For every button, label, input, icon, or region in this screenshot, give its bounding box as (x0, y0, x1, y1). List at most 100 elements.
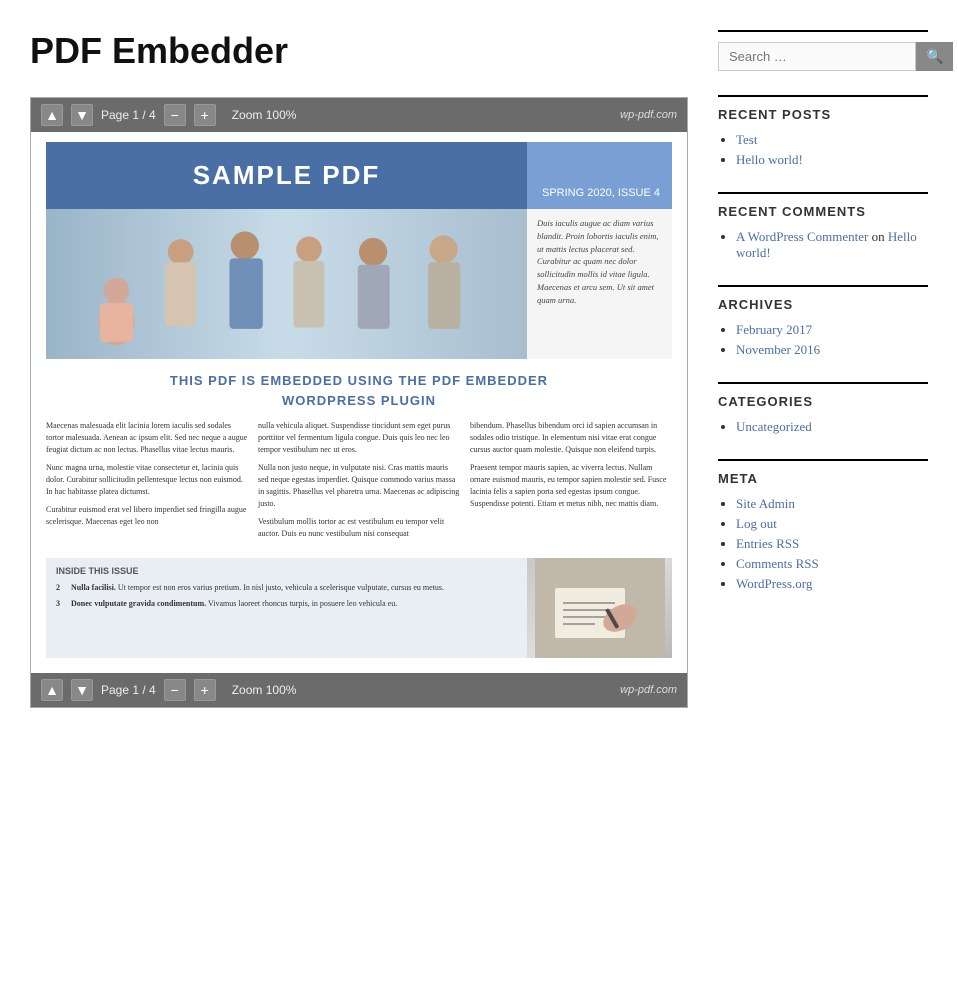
on-text: on (872, 229, 888, 244)
site-title: PDF Embedder (30, 30, 688, 72)
pdf-inside-num-2: 3 (56, 598, 66, 609)
pdf-col-1: Maecenas malesuada elit lacinia lorem ia… (46, 420, 248, 546)
pdf-body-columns: Maecenas malesuada elit lacinia lorem ia… (46, 420, 672, 546)
pdf-inside-item-2: 3 Donec vulputate gravida condimentum. V… (56, 598, 517, 609)
pdf-zoom-out-btn[interactable]: − (164, 104, 186, 126)
recent-comments-list: A WordPress Commenter on Hello world! (718, 229, 928, 261)
archive-link-nov2016[interactable]: November 2016 (736, 342, 820, 357)
meta-list: Site Admin Log out Entries RSS Comments … (718, 496, 928, 592)
pdf-col-2-p1: nulla vehicula aliquet. Suspendisse tinc… (258, 420, 460, 456)
archives-divider (718, 285, 928, 287)
pdf-image-row: Duis iaculis augue ac diam varius blandi… (46, 209, 672, 359)
pdf-col-3: bibendum. Phasellus bibendum orci id sap… (470, 420, 672, 546)
pdf-header-right: SPRING 2020, ISSUE 4 (527, 142, 672, 209)
pdf-inner: SAMPLE PDF SPRING 2020, ISSUE 4 (31, 132, 687, 673)
categories-title: CATEGORIES (718, 394, 928, 409)
pdf-col-2-p3: Vestibulum mollis tortor ac est vestibul… (258, 516, 460, 540)
pdf-next-btn[interactable]: ▼ (71, 104, 93, 126)
pdf-col-1-p2: Nunc magna urna, molestie vitae consecte… (46, 462, 248, 498)
writing-svg (535, 558, 665, 658)
pdf-prev-btn[interactable]: ▲ (41, 104, 63, 126)
list-item: Test (736, 132, 928, 148)
sidebar-categories: CATEGORIES Uncategorized (718, 382, 928, 435)
pdf-col-3-p1: bibendum. Phasellus bibendum orci id sap… (470, 420, 672, 456)
pdf-embedded-title: THIS PDF IS EMBEDDED USING THE PDF EMBED… (46, 371, 672, 410)
list-item: Log out (736, 516, 928, 532)
people-svg (46, 209, 527, 359)
sidebar-recent-comments: RECENT COMMENTS A WordPress Commenter on… (718, 192, 928, 261)
recent-posts-list: Test Hello world! (718, 132, 928, 168)
pdf-issue-info: SPRING 2020, ISSUE 4 (542, 187, 660, 199)
archives-title: ARCHIVES (718, 297, 928, 312)
meta-divider (718, 459, 928, 461)
list-item: Entries RSS (736, 536, 928, 552)
pdf-inside-text-1: Nulla facilisi. Ut tempor est non eros v… (71, 582, 444, 593)
meta-wordpress-org[interactable]: WordPress.org (736, 576, 812, 591)
meta-log-out[interactable]: Log out (736, 516, 777, 531)
pdf-next-btn-bottom[interactable]: ▼ (71, 679, 93, 701)
archives-list: February 2017 November 2016 (718, 322, 928, 358)
sidebar-search-section: 🔍 (718, 30, 928, 71)
pdf-zoom-in-btn[interactable]: + (194, 104, 216, 126)
pdf-inside-title: INSIDE THIS ISSUE (56, 566, 517, 576)
pdf-zoom-out-btn-bottom[interactable]: − (164, 679, 186, 701)
page-wrapper: PDF Embedder ▲ ▼ Page 1 / 4 − + Zoom 100… (0, 0, 958, 991)
pdf-inside-box: INSIDE THIS ISSUE 2 Nulla facilisi. Ut t… (46, 558, 527, 658)
pdf-zoom-in-btn-bottom[interactable]: + (194, 679, 216, 701)
list-item: Hello world! (736, 152, 928, 168)
recent-post-link-hello[interactable]: Hello world! (736, 152, 803, 167)
pdf-inside-text-2: Donec vulputate gravida condimentum. Viv… (71, 598, 397, 609)
pdf-header-left: SAMPLE PDF (46, 142, 527, 209)
pdf-image-caption: Duis iaculis augue ac diam varius blandi… (527, 209, 672, 359)
search-icon: 🔍 (926, 48, 943, 64)
list-item: Comments RSS (736, 556, 928, 572)
pdf-col-3-p2: Praesent tempor mauris sapien, ac viverr… (470, 462, 672, 510)
pdf-inside-item-1: 2 Nulla facilisi. Ut tempor est non eros… (56, 582, 517, 593)
categories-divider (718, 382, 928, 384)
list-item: Site Admin (736, 496, 928, 512)
pdf-people-image (46, 209, 527, 359)
pdf-col-2-p2: Nulla non justo neque, in vulputate nisi… (258, 462, 460, 510)
search-divider (718, 30, 928, 32)
pdf-writing-image (527, 558, 672, 658)
categories-list: Uncategorized (718, 419, 928, 435)
pdf-sample-title: SAMPLE PDF (193, 160, 381, 191)
meta-comments-rss[interactable]: Comments RSS (736, 556, 819, 571)
pdf-logo: wp-pdf.com (620, 109, 677, 121)
list-item: November 2016 (736, 342, 928, 358)
meta-entries-rss[interactable]: Entries RSS (736, 536, 799, 551)
pdf-toolbar-bottom: ▲ ▼ Page 1 / 4 − + Zoom 100% wp-pdf.com (31, 673, 687, 707)
pdf-logo-bottom: wp-pdf.com (620, 684, 677, 696)
people-silhouettes-graphic (46, 209, 527, 359)
list-item: WordPress.org (736, 576, 928, 592)
pdf-col-1-p1: Maecenas malesuada elit lacinia lorem ia… (46, 420, 248, 456)
pdf-zoom-level: Zoom 100% (232, 108, 297, 122)
pdf-page-info: Page 1 / 4 (101, 108, 156, 122)
recent-comments-title: RECENT COMMENTS (718, 204, 928, 219)
recent-post-link-test[interactable]: Test (736, 132, 757, 147)
sidebar: 🔍 RECENT POSTS Test Hello world! RECENT … (718, 30, 928, 951)
search-box: 🔍 (718, 42, 928, 71)
sidebar-archives: ARCHIVES February 2017 November 2016 (718, 285, 928, 358)
search-input[interactable] (718, 42, 916, 71)
commenter-link[interactable]: A WordPress Commenter (736, 229, 868, 244)
pdf-toolbar-top: ▲ ▼ Page 1 / 4 − + Zoom 100% wp-pdf.com (31, 98, 687, 132)
recent-comments-divider (718, 192, 928, 194)
pdf-embedder-widget: ▲ ▼ Page 1 / 4 − + Zoom 100% wp-pdf.com … (30, 97, 688, 708)
pdf-content-area: SAMPLE PDF SPRING 2020, ISSUE 4 (31, 132, 687, 673)
pdf-header: SAMPLE PDF SPRING 2020, ISSUE 4 (46, 142, 672, 209)
list-item: Uncategorized (736, 419, 928, 435)
sidebar-recent-posts: RECENT POSTS Test Hello world! (718, 95, 928, 168)
search-button[interactable]: 🔍 (916, 42, 953, 71)
pdf-col-1-p3: Curabitur euismod erat vel libero imperd… (46, 504, 248, 528)
main-content: PDF Embedder ▲ ▼ Page 1 / 4 − + Zoom 100… (30, 30, 688, 951)
category-uncategorized[interactable]: Uncategorized (736, 419, 812, 434)
pdf-inside-row: INSIDE THIS ISSUE 2 Nulla facilisi. Ut t… (46, 558, 672, 658)
archive-link-feb2017[interactable]: February 2017 (736, 322, 812, 337)
pdf-inside-num-1: 2 (56, 582, 66, 593)
meta-site-admin[interactable]: Site Admin (736, 496, 795, 511)
pdf-prev-btn-bottom[interactable]: ▲ (41, 679, 63, 701)
recent-posts-title: RECENT POSTS (718, 107, 928, 122)
pdf-page-info-bottom: Page 1 / 4 (101, 683, 156, 697)
list-item: A WordPress Commenter on Hello world! (736, 229, 928, 261)
